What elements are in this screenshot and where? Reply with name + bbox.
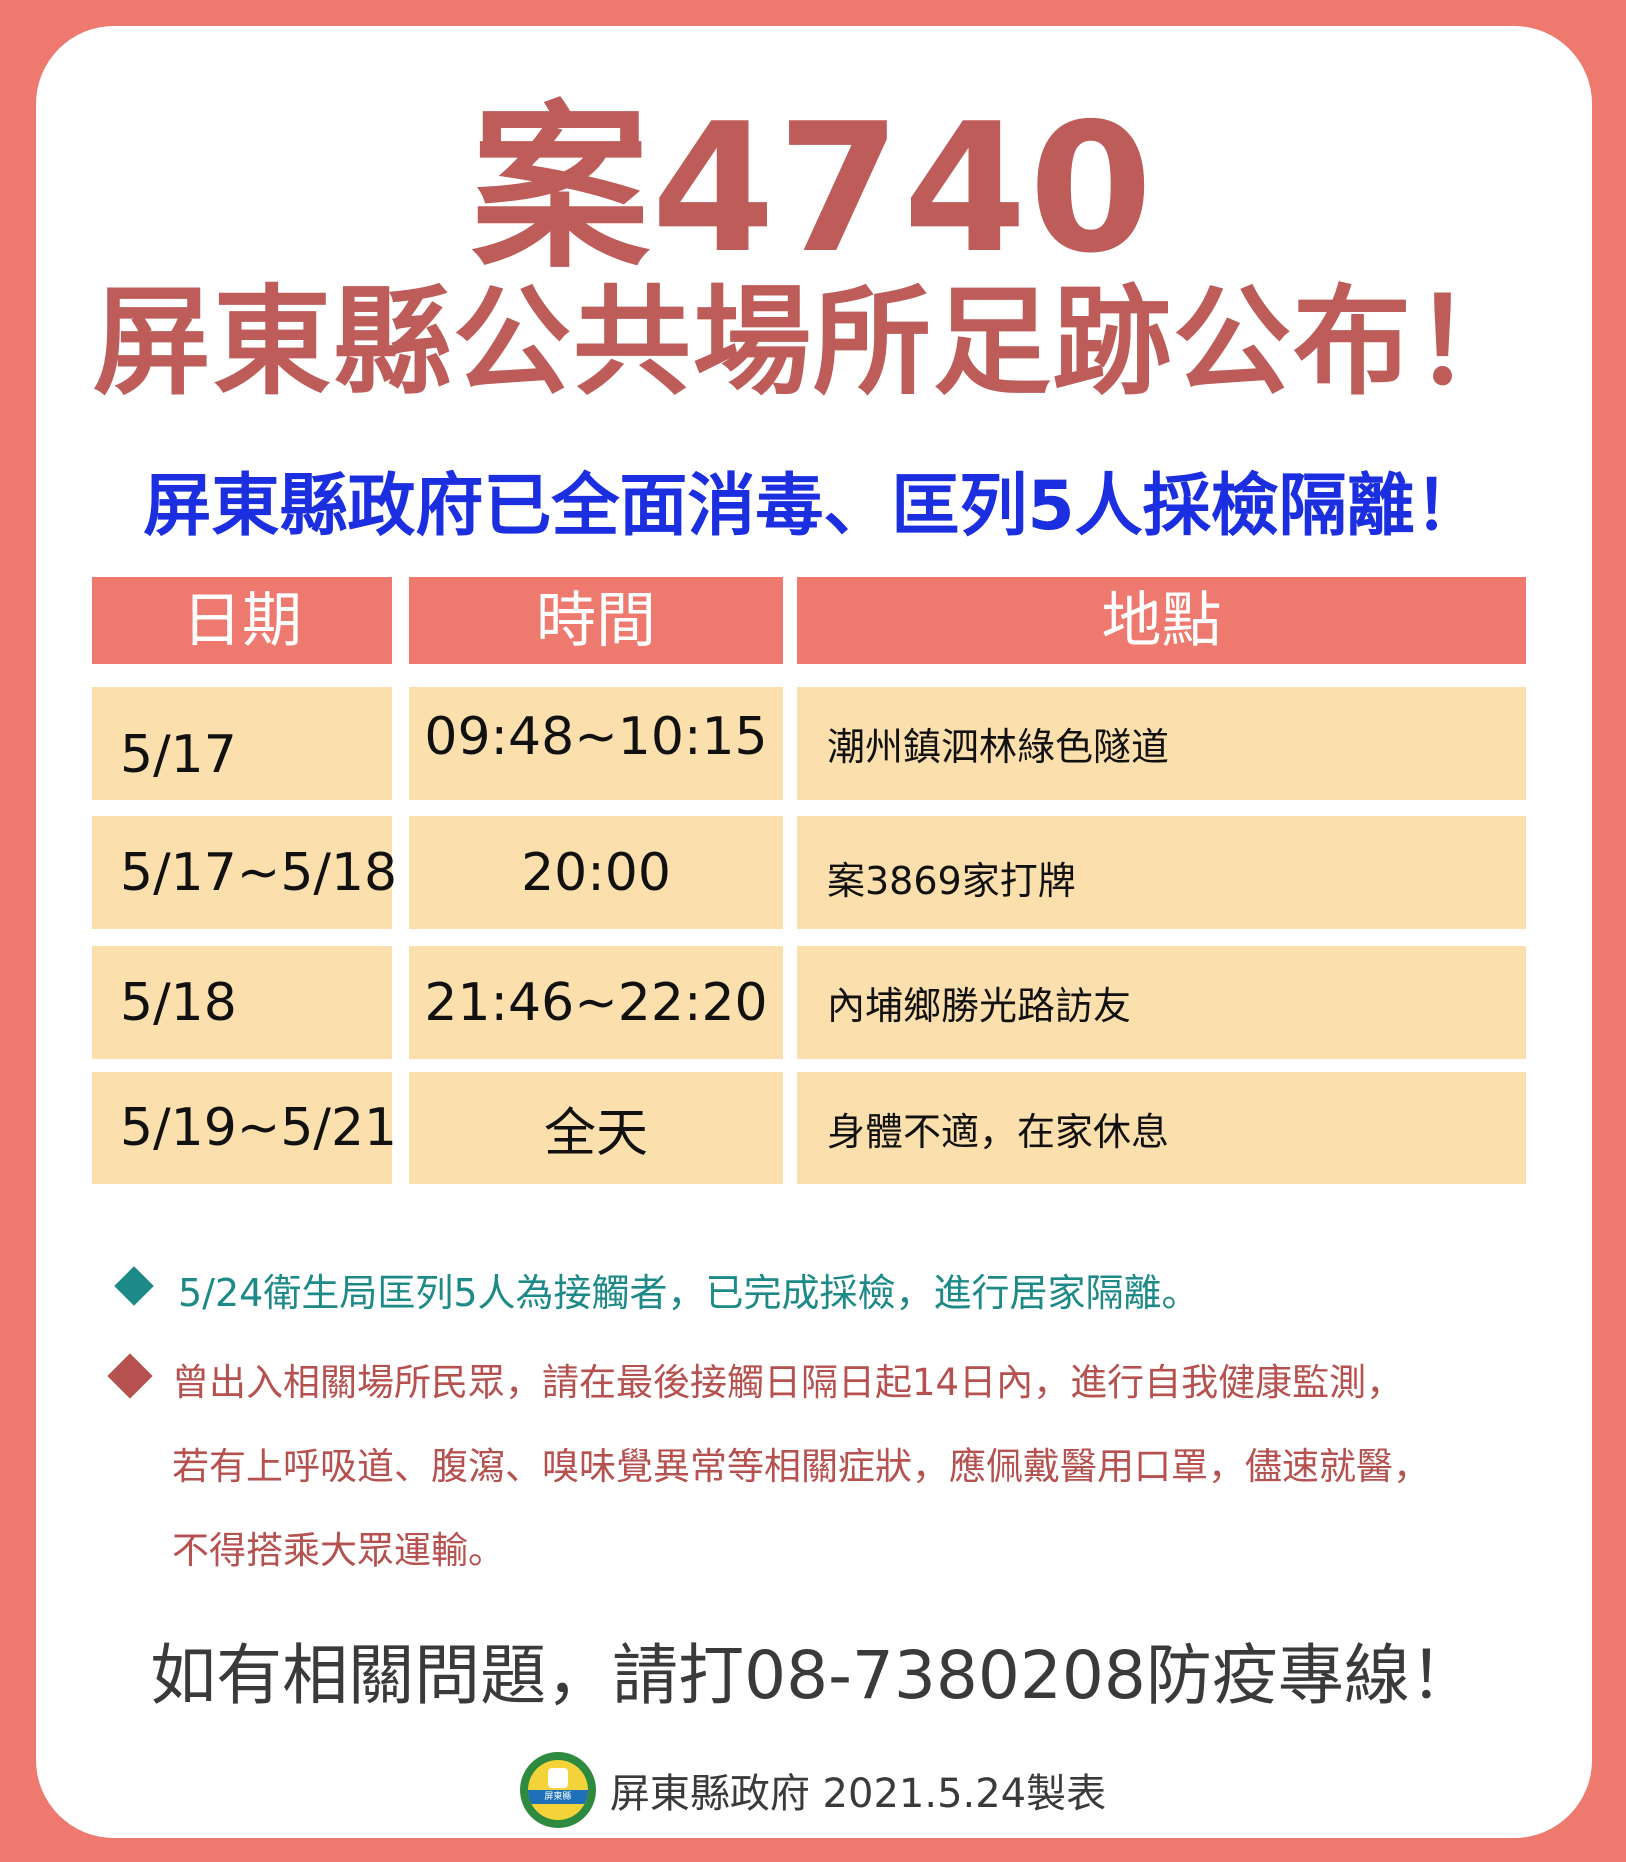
header-time: 時間 bbox=[409, 577, 783, 664]
table-row-date: 5/18 bbox=[92, 946, 392, 1059]
table-row-date: 5/17~5/18 bbox=[92, 816, 397, 929]
table-row-location: 內埔鄉勝光路訪友 bbox=[797, 946, 1526, 1059]
main-title: 屏東縣公共場所足跡公布！ bbox=[92, 273, 1533, 411]
table-row-time: 20:00 bbox=[409, 816, 783, 929]
seal-inner: 屏東縣 bbox=[527, 1760, 588, 1820]
case-number-title: 案4740 bbox=[471, 85, 1155, 292]
note-health-monitoring-line1: 曾出入相關場所民眾，請在最後接觸日隔日起14日內，進行自我健康監測， bbox=[172, 1361, 1404, 1404]
table-row-time: 09:48~10:15 bbox=[409, 687, 783, 800]
table-row-location: 潮州鎮泗林綠色隧道 bbox=[797, 687, 1526, 800]
seal-building-shape bbox=[547, 1768, 568, 1788]
table-row-date: 5/17 bbox=[92, 687, 392, 800]
table-row-time: 全天 bbox=[409, 1072, 783, 1184]
seal-label: 屏東縣 bbox=[527, 1790, 588, 1804]
table-row-location: 案3869家打牌 bbox=[797, 816, 1526, 929]
subtitle: 屏東縣政府已全面消毒、匡列5人採檢隔離！ bbox=[143, 467, 1483, 546]
footer-credit: 屏東縣政府 2021.5.24製表 bbox=[609, 1771, 1107, 1817]
note-health-monitoring-line2: 若有上呼吸道、腹瀉、嗅味覺異常等相關症狀，應佩戴醫用口罩，儘速就醫， bbox=[172, 1445, 1430, 1488]
table-row-date: 5/19~5/21 bbox=[92, 1072, 397, 1184]
table-row-time: 21:46~22:20 bbox=[409, 946, 783, 1059]
note-health-monitoring-line3: 不得搭乘大眾運輸。 bbox=[172, 1529, 505, 1572]
pingtung-seal-icon: 屏東縣 bbox=[519, 1752, 596, 1828]
table-row-location: 身體不適，在家休息 bbox=[797, 1072, 1526, 1184]
header-date: 日期 bbox=[92, 577, 392, 664]
footer: 屏東縣 屏東縣政府 2021.5.24製表 bbox=[0, 1752, 1626, 1828]
header-location: 地點 bbox=[797, 577, 1526, 664]
hotline-text: 如有相關問題，請打08-7380208防疫專線！ bbox=[150, 1637, 1476, 1714]
note-contacts: 5/24衛生局匡列5人為接觸者，已完成採檢，進行居家隔離。 bbox=[178, 1271, 1200, 1315]
